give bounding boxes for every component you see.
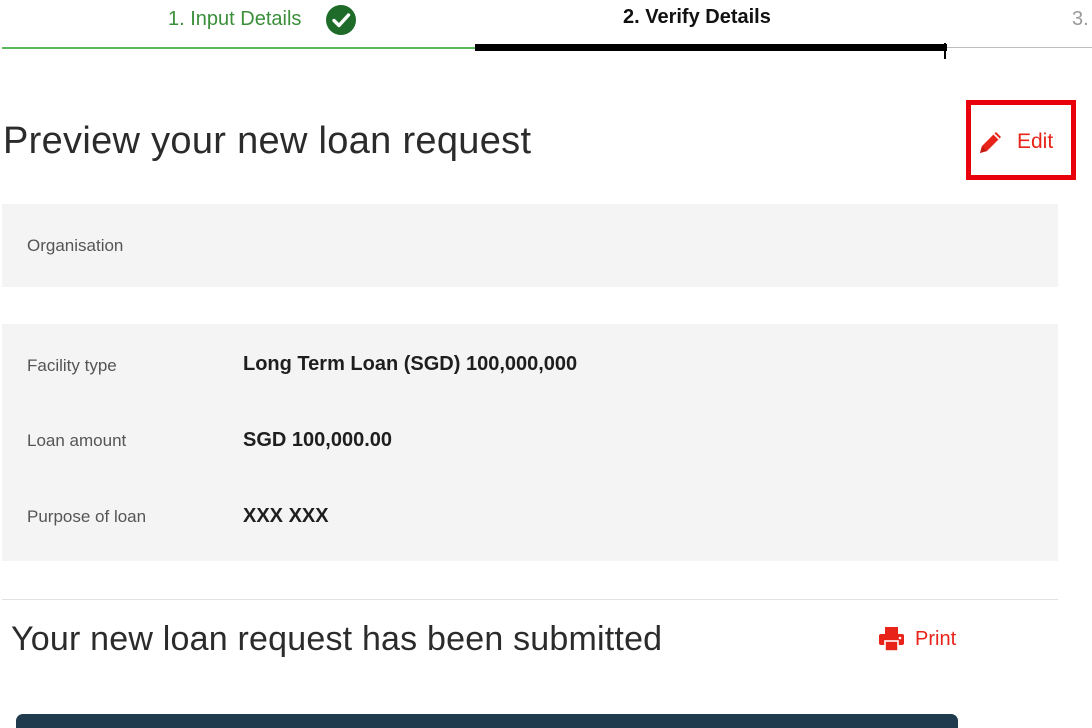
printer-icon: [878, 626, 905, 652]
step-three-bar: [947, 47, 1092, 48]
print-button[interactable]: Print: [878, 626, 956, 652]
purpose-of-loan-label: Purpose of loan: [27, 507, 147, 526]
progress-stepper: 1. Input Details 2. Verify Details 3.: [0, 0, 1092, 59]
step-input-details-label: 1. Input Details: [168, 8, 302, 30]
step-input-details-bar: [2, 47, 475, 49]
step-three[interactable]: 3.: [947, 0, 1092, 52]
edit-label: Edit: [1017, 130, 1054, 153]
pencil-icon: [977, 128, 1005, 156]
step-verify-details-tick: [944, 43, 946, 59]
loan-details-card: Facility type Long Term Loan (SGD) 100,0…: [2, 324, 1058, 561]
bottom-panel-edge: [16, 714, 958, 728]
step-verify-details-label: 2. Verify Details: [623, 6, 771, 28]
facility-type-label: Facility type: [27, 356, 117, 375]
step-verify-details[interactable]: 2. Verify Details: [475, 0, 947, 59]
check-circle-icon: [326, 5, 356, 35]
purpose-of-loan-value: XXX XXX: [243, 505, 329, 527]
facility-type-value: Long Term Loan (SGD) 100,000,000: [243, 353, 578, 375]
edit-button[interactable]: Edit: [977, 126, 1053, 158]
step-three-label: 3.: [1072, 8, 1089, 30]
step-verify-details-bar: [475, 44, 947, 51]
print-label: Print: [915, 627, 957, 650]
organisation-label: Organisation: [27, 236, 124, 255]
loan-amount-label: Loan amount: [27, 431, 127, 450]
loan-amount-value: SGD 100,000.00: [243, 429, 392, 451]
submitted-title: Your new loan request has been submitted: [11, 620, 663, 658]
page-title: Preview your new loan request: [3, 120, 532, 162]
step-input-details[interactable]: 1. Input Details: [2, 0, 475, 52]
organisation-card: Organisation: [2, 204, 1058, 287]
section-divider: [2, 599, 1058, 600]
